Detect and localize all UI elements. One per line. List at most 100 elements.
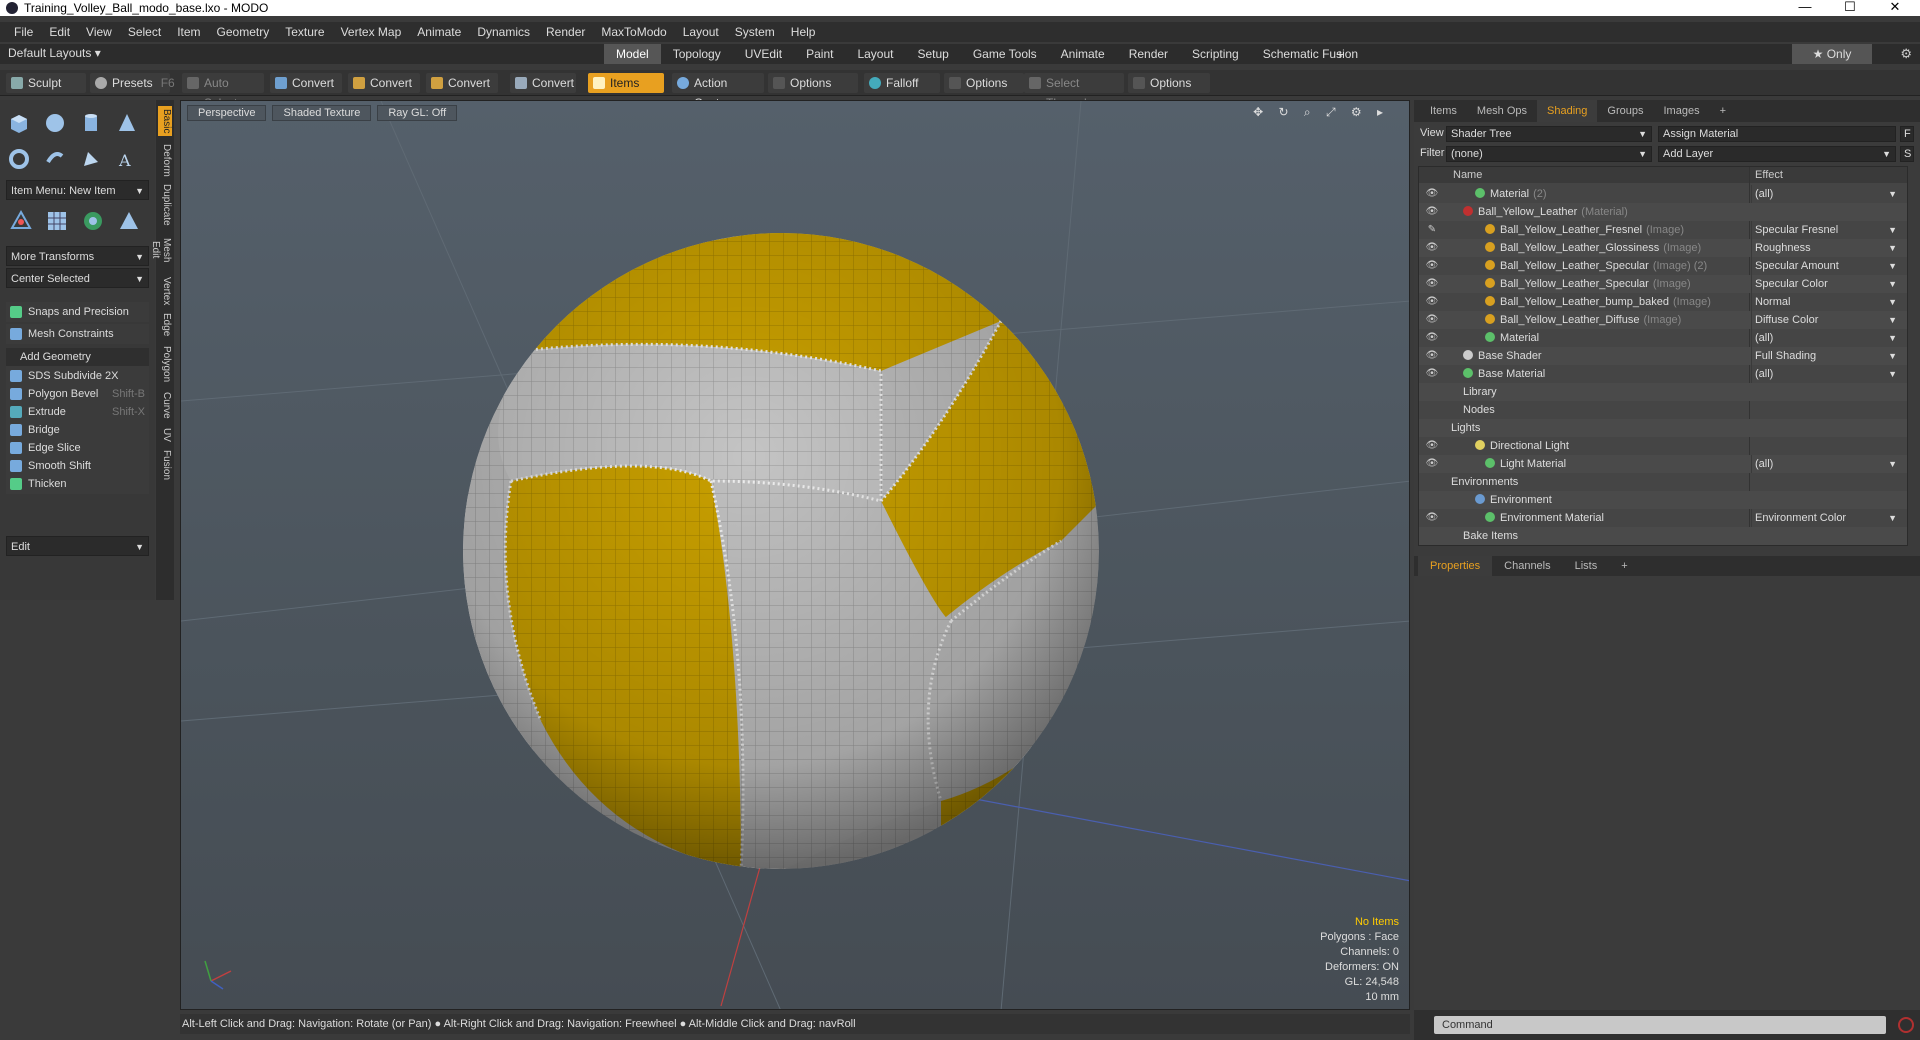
filter-dropdown[interactable]: (none) ▼ xyxy=(1446,146,1652,162)
side-tab-curve[interactable]: Curve xyxy=(158,390,172,420)
effect-dropdown[interactable]: Specular Amount ▼ xyxy=(1751,257,1901,275)
tree-row[interactable]: 👁 Environment Material Environment Color ▼ xyxy=(1419,509,1907,527)
tree-row[interactable]: Nodes xyxy=(1419,401,1907,419)
tab-images[interactable]: Images xyxy=(1654,100,1710,122)
tab-mesh-ops[interactable]: Mesh Ops xyxy=(1467,100,1537,122)
menu-item-vertex-map[interactable]: Vertex Map xyxy=(333,25,410,39)
3d-viewport[interactable]: Perspective Shaded Texture Ray GL: Off ✥… xyxy=(180,100,1410,1010)
select-through-button[interactable]: Select Through xyxy=(1024,73,1124,110)
visibility-icon[interactable]: 👁 xyxy=(1425,347,1439,365)
add-geometry-header[interactable]: Add Geometry xyxy=(6,348,149,366)
edit-dropdown[interactable]: Edit ▼ xyxy=(6,536,149,556)
side-tab-fusion[interactable]: Fusion xyxy=(158,450,172,480)
side-tab-basic[interactable]: Basic xyxy=(158,106,172,136)
raygl-button[interactable]: Ray GL: Off xyxy=(377,105,458,121)
tree-row[interactable]: 👁 Ball_Yellow_Leather_Specular (Image) (2)… xyxy=(1419,257,1907,275)
add-tab-button[interactable]: + xyxy=(1336,46,1344,62)
menu-item-animate[interactable]: Animate xyxy=(409,25,469,39)
menu-item-help[interactable]: Help xyxy=(783,25,824,39)
menu-item-view[interactable]: View xyxy=(78,25,120,39)
tree-row[interactable]: 👁 Ball_Yellow_Leather (Material) xyxy=(1419,203,1907,221)
visibility-icon[interactable]: 👁 xyxy=(1425,509,1439,527)
tree-row[interactable]: 👁 Base Material (all) ▼ xyxy=(1419,365,1907,383)
effect-dropdown[interactable]: Diffuse Color ▼ xyxy=(1751,311,1901,329)
sphere-icon[interactable] xyxy=(40,108,70,138)
globe-icon[interactable] xyxy=(78,206,108,236)
add-tab-button[interactable]: + xyxy=(1609,556,1639,576)
text-icon[interactable]: A xyxy=(112,144,142,174)
mesh-constraints-button[interactable]: Mesh Constraints xyxy=(6,324,149,344)
tree-row[interactable]: Bake Items xyxy=(1419,527,1907,545)
cylinder-icon[interactable] xyxy=(76,108,106,138)
visibility-icon[interactable]: 👁 xyxy=(1425,203,1439,221)
convert-edge-button[interactable]: Convert xyxy=(348,73,420,93)
view-dropdown[interactable]: Shader Tree ▼ xyxy=(1446,126,1652,142)
scene-canvas[interactable] xyxy=(181,101,1410,1010)
tool-edge-slice[interactable]: Edge Slice xyxy=(6,438,149,458)
tree-row[interactable]: 👁 Base Shader Full Shading ▼ xyxy=(1419,347,1907,365)
falloff-button[interactable]: Falloff xyxy=(864,73,940,93)
capsule-icon[interactable] xyxy=(40,144,70,174)
tree-row[interactable]: 👁 Light Material (all) ▼ xyxy=(1419,455,1907,473)
menu-item-select[interactable]: Select xyxy=(120,25,169,39)
auto-select-button[interactable]: Auto Select xyxy=(182,73,264,110)
visibility-icon[interactable]: 👁 xyxy=(1425,239,1439,257)
visibility-icon[interactable]: 👁 xyxy=(1425,365,1439,383)
center-selected-dropdown[interactable]: Center Selected ▼ xyxy=(6,268,149,288)
tab-schematic-fusion[interactable]: Schematic Fusion xyxy=(1251,44,1370,64)
tab-properties[interactable]: Properties xyxy=(1418,556,1493,576)
tree-row[interactable]: 👁 Ball_Yellow_Leather_Glossiness (Image) Ro… xyxy=(1419,239,1907,257)
tree-row[interactable]: 👁 Ball_Yellow_Leather_bump_baked (Image) No… xyxy=(1419,293,1907,311)
visibility-icon[interactable]: 👁 xyxy=(1425,257,1439,275)
tab-topology[interactable]: Topology xyxy=(661,44,733,64)
menu-item-file[interactable]: File xyxy=(6,25,41,39)
visibility-icon[interactable]: 👁 xyxy=(1425,329,1439,347)
options-button-3[interactable]: Options xyxy=(1128,73,1210,93)
visibility-icon[interactable]: 👁 xyxy=(1425,311,1439,329)
visibility-icon[interactable]: 👁 xyxy=(1425,293,1439,311)
visibility-icon[interactable]: 👁 xyxy=(1425,275,1439,293)
tool-bridge[interactable]: Bridge xyxy=(6,420,149,440)
volleyball-model[interactable] xyxy=(431,221,1111,881)
menu-item-render[interactable]: Render xyxy=(538,25,593,39)
visibility-icon[interactable]: 👁 xyxy=(1425,455,1439,473)
only-toggle[interactable]: ★ Only xyxy=(1792,44,1872,64)
tab-shading[interactable]: Shading xyxy=(1537,100,1598,122)
tab-items[interactable]: Items xyxy=(1420,100,1467,122)
tab-model[interactable]: Model xyxy=(604,44,661,64)
menu-item-item[interactable]: Item xyxy=(169,25,208,39)
effect-dropdown[interactable]: Specular Fresnel ▼ xyxy=(1751,221,1901,239)
convert-vertex-button[interactable]: Convert xyxy=(270,73,342,93)
menu-item-maxtomodo[interactable]: MaxToModo xyxy=(593,25,674,39)
tree-row[interactable]: 👁 Material (all) ▼ xyxy=(1419,329,1907,347)
assign-material-button[interactable]: Assign Material xyxy=(1658,126,1896,142)
viewport-nav-icons[interactable]: ✥ ↻ ⌕ ⤢ ⚙ ▸ xyxy=(1253,105,1389,120)
tree-row[interactable]: Environments xyxy=(1419,473,1907,491)
tree-row[interactable]: 👁 Ball_Yellow_Leather_Diffuse (Image) Diffu… xyxy=(1419,311,1907,329)
visibility-icon[interactable]: 👁 xyxy=(1425,437,1439,455)
item-menu-dropdown[interactable]: Item Menu: New Item ▼ xyxy=(6,180,149,200)
convert-polygon-button[interactable]: Convert xyxy=(426,73,498,93)
record-icon[interactable] xyxy=(1898,1017,1914,1033)
tree-row[interactable]: 👁 Directional Light xyxy=(1419,437,1907,455)
sculpt-button[interactable]: Sculpt xyxy=(6,73,86,93)
tab-groups[interactable]: Groups xyxy=(1597,100,1653,122)
tab-paint[interactable]: Paint xyxy=(794,44,845,64)
action-center-button[interactable]: Action Center xyxy=(672,73,764,110)
tab-animate[interactable]: Animate xyxy=(1049,44,1117,64)
tree-row[interactable]: ✎ Ball_Yellow_Leather_Fresnel (Image) Specu… xyxy=(1419,221,1907,239)
more-transforms-dropdown[interactable]: More Transforms ▼ xyxy=(6,246,149,266)
tab-scripting[interactable]: Scripting xyxy=(1180,44,1251,64)
tool-thicken[interactable]: Thicken xyxy=(6,474,149,494)
tool-polygon-bevel[interactable]: Polygon Bevel Shift-B xyxy=(6,384,149,404)
side-tab-deform[interactable]: Deform xyxy=(158,142,172,178)
options-button-2[interactable]: Options xyxy=(944,73,1024,93)
visibility-icon[interactable]: ✎ xyxy=(1425,221,1439,239)
tab-layout[interactable]: Layout xyxy=(845,44,905,64)
menu-item-edit[interactable]: Edit xyxy=(41,25,78,39)
cone-icon[interactable] xyxy=(112,108,142,138)
effect-dropdown[interactable]: (all) ▼ xyxy=(1751,329,1901,347)
items-mode-button[interactable]: Items xyxy=(588,73,664,93)
side-tab-edge[interactable]: Edge xyxy=(158,312,172,338)
side-tab-uv[interactable]: UV xyxy=(158,426,172,444)
